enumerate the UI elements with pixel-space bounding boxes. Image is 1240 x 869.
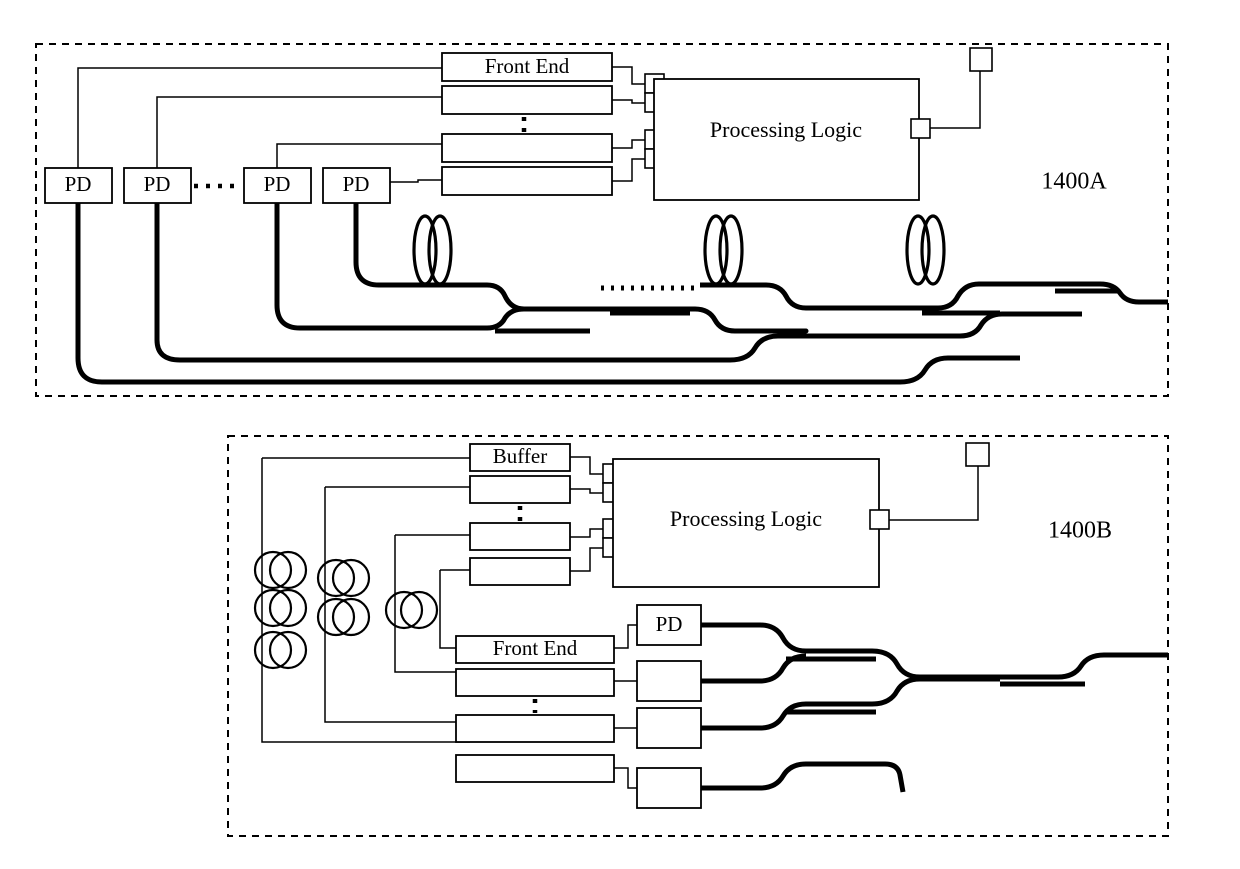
buffer-row-2 (469, 522, 571, 551)
panel-b-feedback-wires (261, 457, 470, 743)
panel-b-reference-label: 1400B (1048, 518, 1112, 544)
detector-pd-1 (636, 660, 702, 702)
panel-a-adc-wires (612, 66, 648, 182)
front-end-row-1 (441, 85, 613, 115)
buffer-label: Buffer (493, 444, 547, 468)
panel-a-output-wire (930, 71, 981, 129)
figure-canvas: Front End Processing Logic PD PD PD PD 1… (0, 0, 1240, 869)
panel-1400b: Buffer Processing Logic Front End PD 140… (227, 435, 1169, 837)
processing-logic-label: Processing Logic (710, 117, 862, 142)
processing-logic-label: Processing Logic (670, 506, 822, 531)
processing-logic-output-port (910, 118, 931, 139)
panel-b-fiber-network (701, 622, 1168, 793)
panel-a-processing-logic: Processing Logic (653, 47, 993, 201)
detector-pd-0-label: PD (65, 172, 92, 196)
front-end-label: Front End (485, 54, 570, 78)
panel-a-signal-wires (77, 67, 442, 183)
buffer-row-1 (469, 475, 571, 504)
fiber-coil-1 (703, 214, 744, 286)
detector-pd-2-label: PD (264, 172, 291, 196)
panel-b-output-wire (889, 466, 979, 521)
front-end-label: Front End (493, 636, 578, 660)
panel-b-front-end-stack: Front End (455, 635, 615, 783)
panel-b-detectors: PD (636, 604, 702, 809)
detector-pd-0-label: PD (656, 612, 683, 636)
fiber-coil-0 (412, 214, 453, 286)
panel-a-external-connector (969, 47, 993, 72)
panel-b-external-connector (965, 442, 990, 467)
panel-b-adc-wires (570, 456, 606, 572)
panel-b-buffer-stack: Buffer (469, 443, 571, 586)
panel-b-pd-wires (614, 624, 641, 789)
front-end-row-2 (455, 714, 615, 743)
fiber-coil-column-2 (384, 590, 439, 630)
panel-a-detectors: PD PD PD PD (44, 167, 391, 204)
panel-a-fiber-network (75, 203, 1168, 385)
detector-pd-3 (636, 767, 702, 809)
front-end-row-2 (441, 133, 613, 163)
detector-pd-2 (636, 707, 702, 749)
buffer-row-3 (469, 557, 571, 586)
detector-pd-3-label: PD (343, 172, 370, 196)
front-end-row-3 (455, 754, 615, 783)
panel-1400a: Front End Processing Logic PD PD PD PD 1… (35, 43, 1169, 397)
panel-a-front-end-stack: Front End (441, 52, 613, 196)
front-end-row-3 (441, 166, 613, 196)
detector-pd-1-label: PD (144, 172, 171, 196)
panel-b-fiber-coils (253, 550, 439, 670)
panel-a-reference-label: 1400A (1041, 169, 1107, 195)
front-end-row-1 (455, 668, 615, 697)
processing-logic-output-port (869, 509, 890, 530)
block-diagram: Front End Processing Logic PD PD PD PD 1… (35, 43, 1169, 837)
panel-b-processing-logic: Processing Logic (612, 442, 990, 588)
fiber-coil-2 (905, 214, 946, 286)
